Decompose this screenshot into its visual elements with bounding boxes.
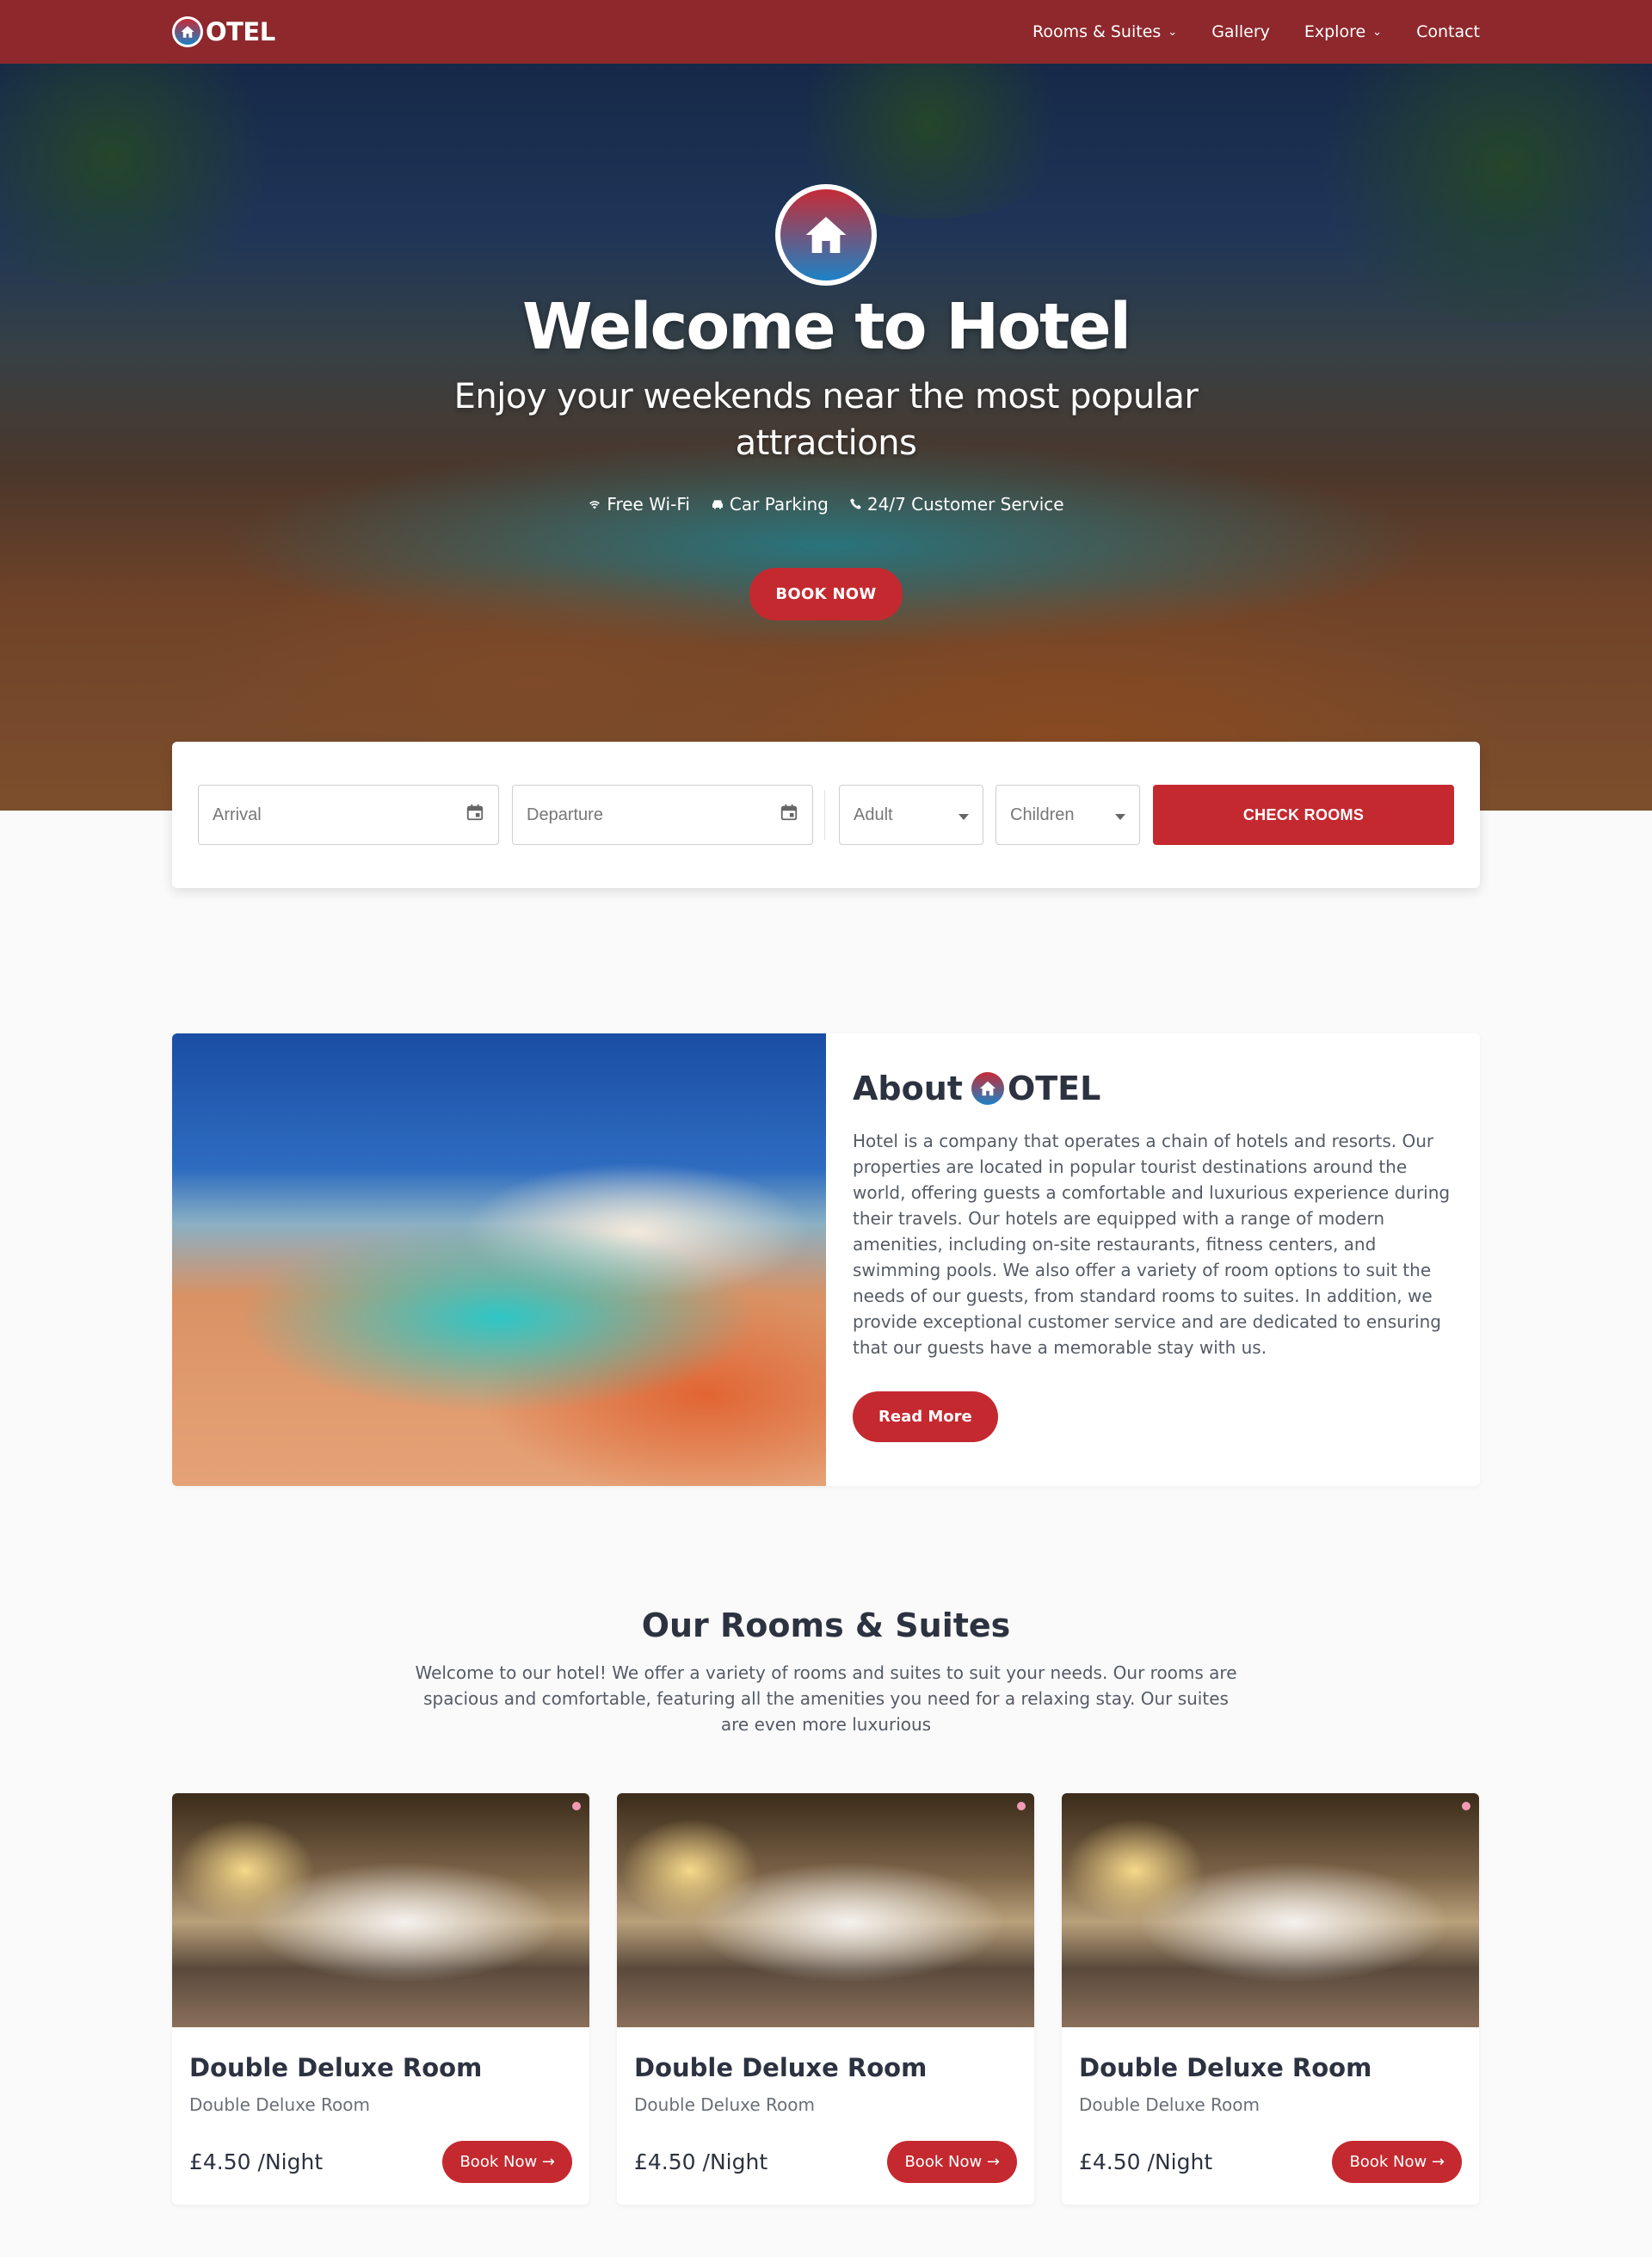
brand-logo[interactable]: OTEL <box>172 16 275 47</box>
about-title: About OTEL <box>853 1070 1455 1107</box>
wifi-icon <box>589 500 601 509</box>
room-price-amount: £4.50 <box>634 2149 696 2174</box>
room-card: Double Deluxe Room Double Deluxe Room £4… <box>1062 1793 1479 2205</box>
phone-icon <box>850 498 861 509</box>
feature-parking: Car Parking <box>711 494 829 515</box>
nav-item-explore[interactable]: Explore ⌄ <box>1304 22 1382 41</box>
room-price-unit: /Night <box>257 2149 324 2174</box>
booking-form: Arrival Departure Adult Children CHECK R… <box>172 742 1480 888</box>
hero-subtitle: Enjoy your weekends near the most popula… <box>453 376 1199 463</box>
room-image <box>172 1793 589 2027</box>
about-body: Hotel is a company that operates a chain… <box>853 1131 1451 1358</box>
room-name: Double Deluxe Room <box>189 2053 483 2082</box>
arrow-right-icon: → <box>986 2153 1000 2171</box>
calendar-icon[interactable] <box>465 803 484 827</box>
feature-label: Free Wi-Fi <box>607 493 690 515</box>
nav-item-rooms-suites[interactable]: Rooms & Suites ⌄ <box>1032 22 1177 41</box>
nav-menu: Rooms & Suites ⌄ Gallery Explore ⌄ Conta… <box>1032 22 1480 41</box>
nav-item-label: Explore <box>1304 22 1366 41</box>
about-image <box>172 1033 826 1486</box>
nav-item-label: Contact <box>1416 22 1480 41</box>
departure-date-input[interactable]: Departure <box>512 785 813 845</box>
feature-label: Car Parking <box>729 493 829 515</box>
children-select[interactable]: Children <box>996 785 1140 845</box>
book-room-label: Book Now <box>904 2153 983 2171</box>
room-name: Double Deluxe Room <box>1079 2053 1372 2082</box>
feature-wifi: Free Wi-Fi <box>588 494 690 515</box>
rooms-title: Our Rooms & Suites <box>641 1606 1011 1644</box>
room-price-unit: /Night <box>702 2149 768 2174</box>
chevron-down-icon: ⌄ <box>1372 25 1383 39</box>
room-badge-dot <box>1017 1802 1026 1810</box>
room-image <box>1062 1793 1479 2027</box>
about-title-brand: OTEL <box>1007 1070 1101 1107</box>
adult-select[interactable]: Adult <box>839 785 983 845</box>
nav-item-contact[interactable]: Contact <box>1416 22 1480 41</box>
read-more-button[interactable]: Read More <box>853 1391 998 1442</box>
about-title-prefix: About <box>853 1070 963 1107</box>
room-description: Double Deluxe Room <box>634 2094 815 2115</box>
room-price-unit: /Night <box>1147 2149 1213 2174</box>
hero-content: Welcome to Hotel Enjoy your weekends nea… <box>0 184 1652 620</box>
calendar-icon[interactable] <box>780 803 798 827</box>
feature-label: 24/7 Customer Service <box>866 493 1064 515</box>
brand-text: OTEL <box>206 17 275 46</box>
room-name: Double Deluxe Room <box>634 2053 928 2082</box>
room-badge-dot <box>1462 1802 1470 1810</box>
nav-item-label: Gallery <box>1211 22 1270 41</box>
arrival-date-input[interactable]: Arrival <box>198 785 499 845</box>
room-description: Double Deluxe Room <box>1079 2094 1260 2115</box>
chevron-down-icon: ⌄ <box>1168 25 1178 39</box>
hero-house-logo-icon <box>775 184 877 286</box>
room-card: Double Deluxe Room Double Deluxe Room £4… <box>617 1793 1034 2205</box>
rooms-intro: Welcome to our hotel! We offer a variety… <box>415 1662 1237 1735</box>
room-price-amount: £4.50 <box>1079 2149 1141 2174</box>
car-icon <box>712 500 723 509</box>
room-description: Double Deluxe Room <box>189 2094 370 2115</box>
children-placeholder: Children <box>1010 805 1075 824</box>
arrow-right-icon: → <box>541 2153 555 2171</box>
navbar: OTEL Rooms & Suites ⌄ Gallery Explore ⌄ … <box>0 0 1652 64</box>
room-image <box>617 1793 1034 2027</box>
navbar-inner: OTEL Rooms & Suites ⌄ Gallery Explore ⌄ … <box>172 0 1480 64</box>
caret-down-icon <box>959 804 969 826</box>
house-logo-icon <box>969 1070 1006 1107</box>
nav-item-gallery[interactable]: Gallery <box>1211 22 1270 41</box>
room-card: Double Deluxe Room Double Deluxe Room £4… <box>172 1793 589 2205</box>
book-room-button[interactable]: Book Now → <box>1332 2141 1462 2183</box>
hero-features: Free Wi-Fi Car Parking 24/7 Customer Ser… <box>0 494 1652 515</box>
house-logo-icon <box>172 16 203 47</box>
book-room-button[interactable]: Book Now → <box>887 2141 1017 2183</box>
adult-placeholder: Adult <box>854 805 893 824</box>
caret-down-icon <box>1115 804 1125 826</box>
room-badge-dot <box>572 1802 581 1810</box>
check-rooms-button[interactable]: CHECK ROOMS <box>1153 785 1454 845</box>
book-room-label: Book Now <box>459 2153 538 2171</box>
hero-section: Welcome to Hotel Enjoy your weekends nea… <box>0 64 1652 811</box>
about-text: About OTEL Hotel is a company that opera… <box>853 1070 1455 1442</box>
departure-placeholder: Departure <box>527 805 603 824</box>
arrow-right-icon: → <box>1431 2153 1445 2171</box>
arrival-placeholder: Arrival <box>213 805 262 824</box>
hero-title: Welcome to Hotel <box>522 290 1131 364</box>
room-price-amount: £4.50 <box>189 2149 251 2174</box>
booking-divider <box>824 790 825 840</box>
room-price: £4.50 /Night <box>189 2149 323 2174</box>
room-price: £4.50 /Night <box>1079 2149 1212 2174</box>
book-room-label: Book Now <box>1349 2153 1427 2171</box>
room-price: £4.50 /Night <box>634 2149 767 2174</box>
nav-item-label: Rooms & Suites <box>1032 22 1162 41</box>
about-section: About OTEL Hotel is a company that opera… <box>172 1033 1480 1486</box>
feature-customer-service: 24/7 Customer Service <box>849 494 1064 515</box>
book-now-button[interactable]: BOOK NOW <box>749 567 903 620</box>
rooms-header: Our Rooms & Suites Welcome to our hotel!… <box>0 1606 1652 1737</box>
book-room-button[interactable]: Book Now → <box>442 2141 572 2183</box>
